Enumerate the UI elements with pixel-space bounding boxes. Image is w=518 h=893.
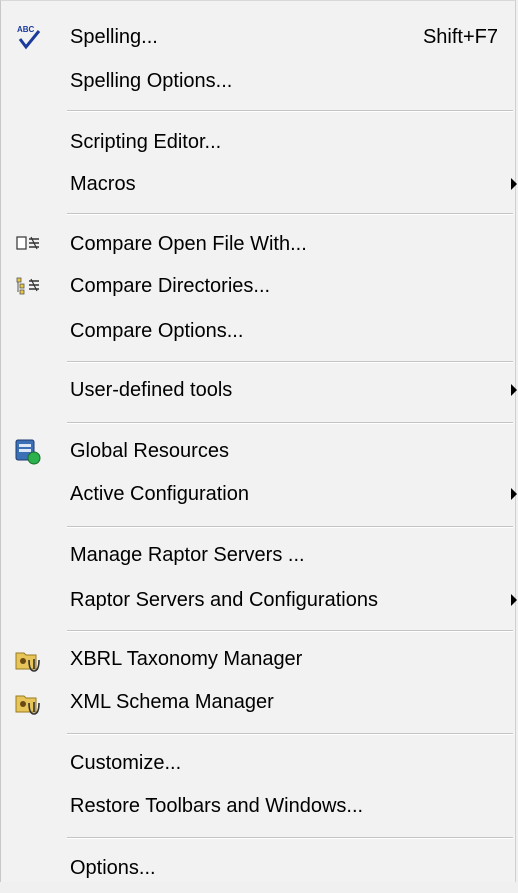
menu-item-label: Options... <box>70 857 156 879</box>
global-resources-icon <box>15 439 41 465</box>
menu-item-label: Compare Directories... <box>70 275 271 297</box>
compare-file-icon <box>16 236 39 250</box>
menu-item-label: Restore Toolbars and Windows... <box>70 795 364 817</box>
submenu-arrow-icon <box>511 594 517 606</box>
menu-item-user-defined-tools[interactable]: User-defined tools <box>1 365 517 415</box>
menu-separator <box>67 110 513 112</box>
menu-separator <box>67 630 513 632</box>
menu-item-compare-directories[interactable]: Compare Directories... <box>1 261 517 311</box>
schema-manager-icon <box>15 695 40 715</box>
shortcut-text: Shift+F7 <box>422 26 498 48</box>
menu-item-compare-options[interactable]: Compare Options... <box>1 306 517 356</box>
menu-separator <box>67 733 513 735</box>
menu-item-label: Spelling Options... <box>70 70 233 92</box>
menu-separator <box>67 837 513 839</box>
menu-item-label: Manage Raptor Servers ... <box>70 544 305 566</box>
menu-item-macros[interactable]: Macros <box>1 159 517 209</box>
spellcheck-icon: ABC <box>17 25 41 50</box>
menu-item-label: Spelling... <box>70 26 158 48</box>
menu-item-label: Raptor Servers and Configurations <box>70 589 378 611</box>
menu-item-spelling-options[interactable]: Spelling Options... <box>1 56 517 106</box>
svg-text:ABC: ABC <box>17 25 35 34</box>
menu-item-xml-schema-manager[interactable]: XML Schema Manager <box>1 677 517 727</box>
menu-item-label: Active Configuration <box>70 483 249 505</box>
menu-separator <box>67 526 513 528</box>
submenu-arrow-icon <box>511 178 517 190</box>
menu-separator <box>67 213 513 215</box>
menu-separator <box>67 361 513 363</box>
menu-item-label: Macros <box>70 173 136 195</box>
submenu-arrow-icon <box>511 488 517 500</box>
menu-item-label: Compare Options... <box>70 320 244 342</box>
menu-item-label: User-defined tools <box>70 379 233 401</box>
menu-item-label: XML Schema Manager <box>70 691 274 713</box>
tools-menu: ABC Spelling... Shift+F7 Spelling Option… <box>0 0 517 882</box>
submenu-arrow-icon <box>511 384 517 396</box>
taxonomy-manager-icon <box>15 652 40 672</box>
menu-item-restore-toolbars[interactable]: Restore Toolbars and Windows... <box>1 781 517 831</box>
compare-directories-icon <box>16 277 39 295</box>
menu-item-options[interactable]: Options... <box>1 843 517 893</box>
menu-separator <box>67 422 513 424</box>
menu-item-spelling[interactable]: ABC Spelling... Shift+F7 <box>1 12 517 62</box>
menu-item-raptor-servers-configurations[interactable]: Raptor Servers and Configurations <box>1 575 517 625</box>
menu-item-active-configuration[interactable]: Active Configuration <box>1 469 517 519</box>
menu-item-manage-raptor-servers[interactable]: Manage Raptor Servers ... <box>1 530 517 580</box>
